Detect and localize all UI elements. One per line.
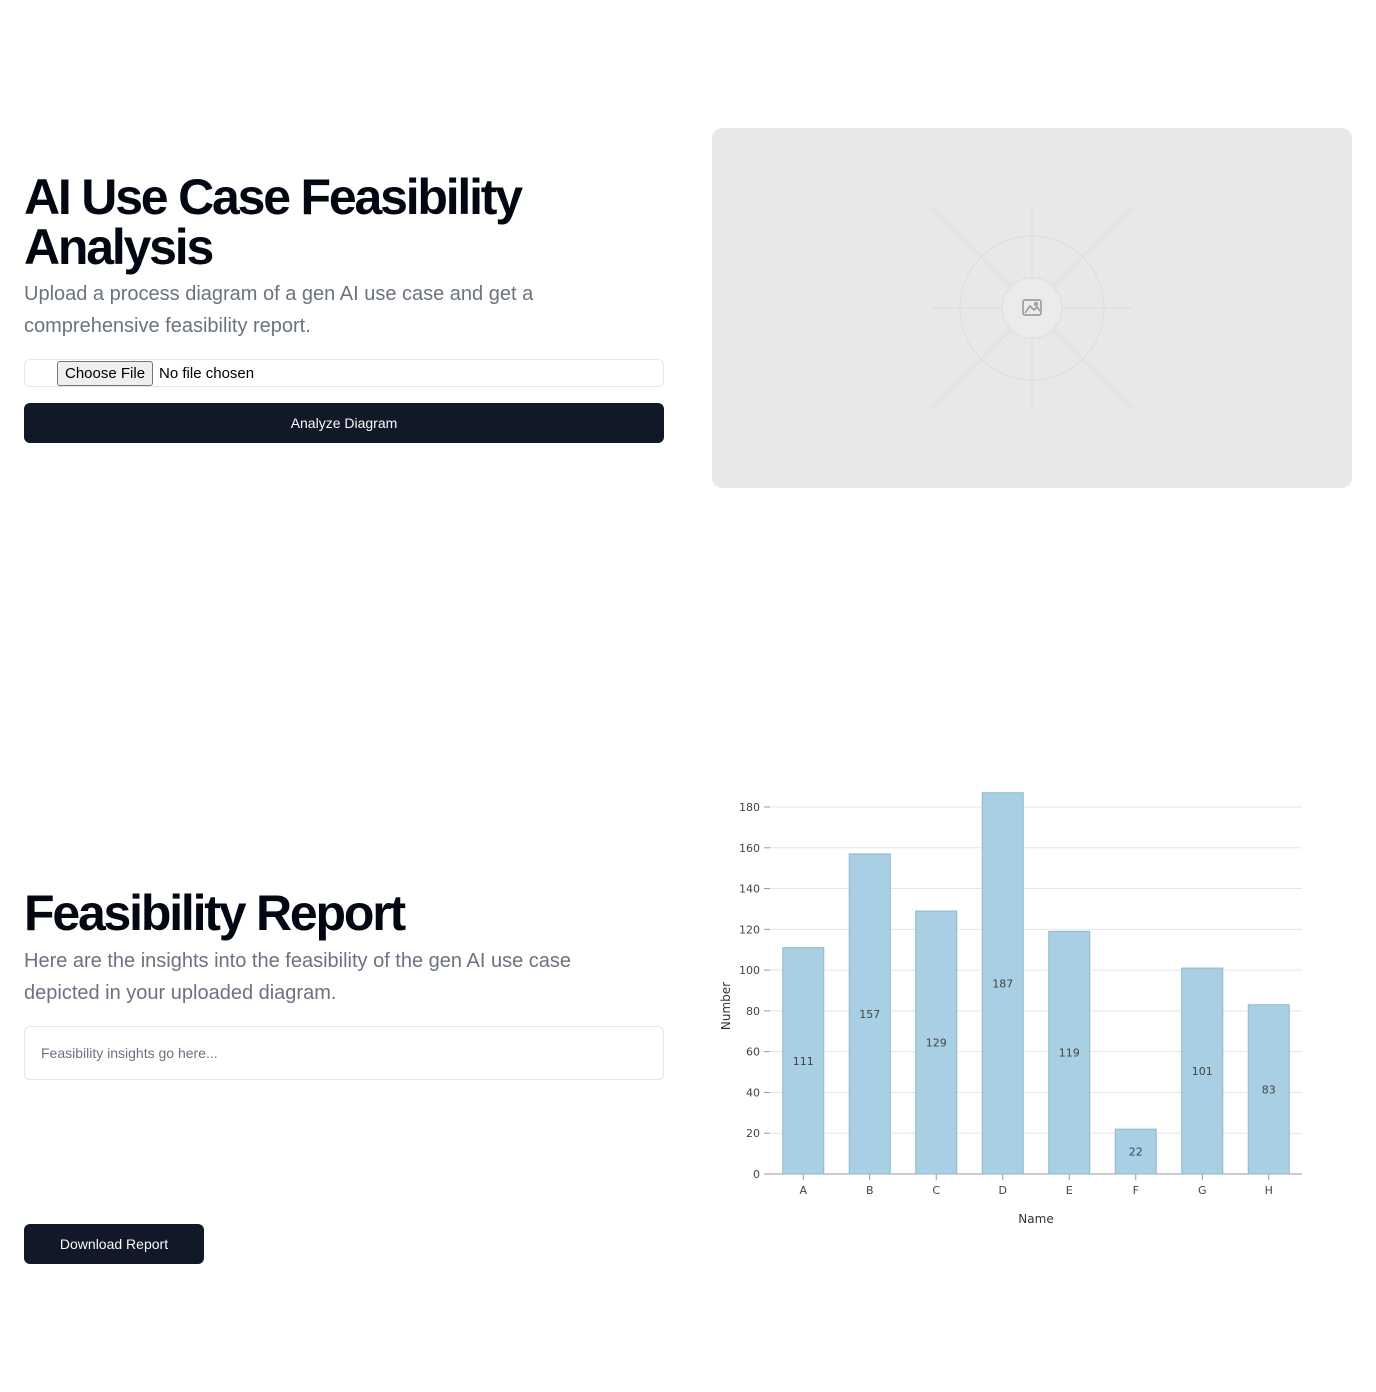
page-subtitle: Upload a process diagram of a gen AI use…: [24, 283, 534, 337]
x-tick-label: E: [1066, 1184, 1073, 1197]
bar-chart: 0 20 40 60 80 100 120 140 160 180 111 A 157 B 129 C 187 D…: [719, 792, 1302, 1226]
y-tick-label: 20: [746, 1127, 760, 1140]
data-label: 111: [793, 1055, 814, 1068]
y-axis-title: Number: [719, 982, 733, 1030]
report-title: Feasibility Report: [24, 885, 406, 941]
download-report-button[interactable]: Download Report: [24, 1224, 204, 1264]
y-tick-label: 80: [746, 1005, 760, 1018]
x-tick-label: A: [799, 1184, 807, 1197]
placeholder-graphic: [931, 207, 1133, 409]
data-label: 22: [1129, 1146, 1143, 1159]
x-axis-title: Name: [1018, 1212, 1053, 1226]
y-tick-label: 100: [739, 964, 760, 977]
y-tick-label: 60: [746, 1046, 760, 1059]
file-input[interactable]: Choose File No file chosen: [24, 359, 664, 387]
y-tick-label: 0: [753, 1168, 760, 1181]
x-tick-label: D: [999, 1184, 1007, 1197]
page-title: AI Use Case Feasibility Analysis: [24, 169, 523, 275]
data-label: 119: [1059, 1047, 1080, 1060]
choose-file-button[interactable]: Choose File: [57, 360, 154, 386]
y-tick-label: 140: [739, 883, 760, 896]
x-tick-label: G: [1198, 1184, 1207, 1197]
x-tick-label: H: [1265, 1184, 1273, 1197]
x-tick-label: C: [932, 1184, 940, 1197]
data-label: 101: [1192, 1065, 1213, 1078]
y-tick-label: 40: [746, 1086, 760, 1099]
y-tick-label: 180: [739, 801, 760, 814]
data-label: 129: [926, 1036, 947, 1049]
data-label: 83: [1262, 1083, 1276, 1096]
analyze-diagram-button[interactable]: Analyze Diagram: [24, 403, 664, 443]
data-label: 157: [859, 1008, 880, 1021]
y-tick-label: 120: [739, 923, 760, 936]
report-subtitle: Here are the insights into the feasibili…: [24, 950, 571, 1004]
file-status: No file chosen: [159, 364, 255, 382]
insights-placeholder: Feasibility insights go here...: [41, 1045, 218, 1061]
y-tick-label: 160: [739, 842, 760, 855]
x-tick-label: F: [1133, 1184, 1139, 1197]
feasibility-insights-box: Feasibility insights go here...: [24, 1026, 664, 1080]
x-tick-label: B: [866, 1184, 874, 1197]
diagram-preview-placeholder: [712, 128, 1352, 488]
data-label: 187: [992, 977, 1013, 990]
